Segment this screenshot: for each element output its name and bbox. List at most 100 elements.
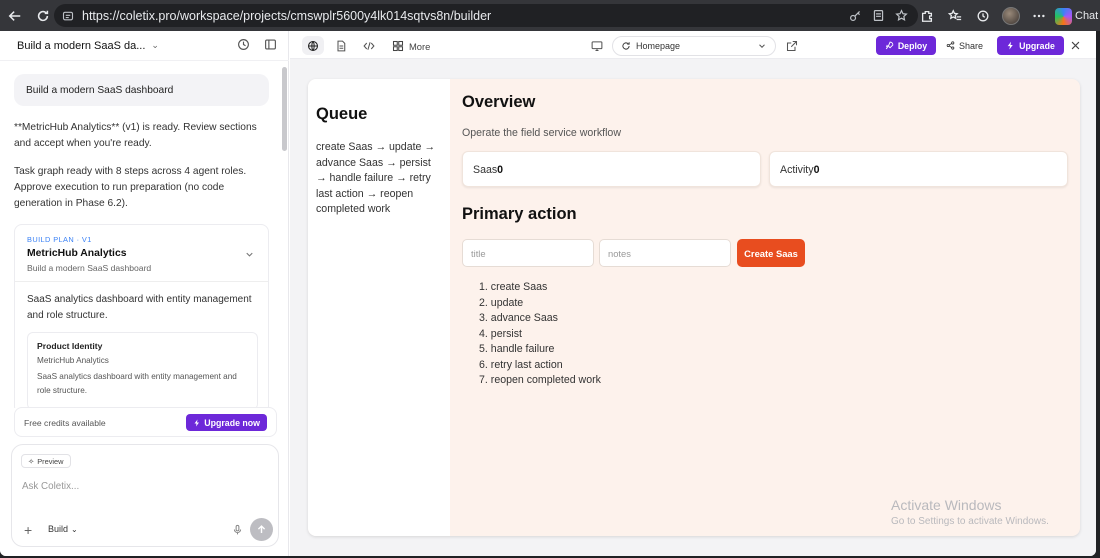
list-item: reopen completed work (490, 374, 601, 386)
site-info-icon[interactable] (60, 8, 76, 24)
list-item: update (490, 296, 524, 309)
app-preview-frame: Queue create Saas → update → advance Saa… (308, 79, 1080, 536)
chat-scrollbar[interactable] (282, 67, 287, 151)
history-icon[interactable] (237, 38, 250, 54)
favorites-icon[interactable] (943, 4, 967, 28)
arrow-up-icon (257, 525, 266, 533)
plus-icon[interactable]: + (24, 522, 32, 538)
assistant-message: Task graph ready with 8 steps across 4 a… (14, 166, 247, 209)
product-identity-section: Product Identity MetricHub Analytics Saa… (27, 332, 258, 408)
lightning-icon (194, 419, 200, 426)
preview-chip[interactable]: ✧ Preview (21, 454, 71, 468)
history-icon[interactable] (971, 4, 995, 28)
create-saas-button[interactable]: Create Saas (737, 239, 805, 267)
sidebar-toggle-icon[interactable] (264, 38, 277, 54)
share-icon (946, 41, 955, 50)
grid-icon (392, 40, 404, 52)
profile-avatar[interactable] (999, 4, 1023, 28)
assistant-message: **MetricHub Analytics** (v1) is ready. R… (14, 122, 257, 149)
rocket-icon (885, 41, 894, 50)
plan-description: SaaS analytics dashboard with entity man… (27, 294, 252, 321)
activation-watermark: Activate Windows Go to Settings to activ… (891, 497, 1049, 527)
browser-toolbar: https://coletix.pro/workspace/projects/c… (0, 0, 1100, 31)
url-text: https://coletix.pro/workspace/projects/c… (82, 8, 492, 23)
page-select[interactable]: Homepage (612, 36, 776, 56)
preview-panel: More Homepage Deploy Share Upgrade Queue… (290, 31, 1096, 556)
queue-text: create Saas → update → advance Saas → pe… (316, 141, 435, 215)
code-icon[interactable] (360, 37, 378, 55)
more-label: More (409, 40, 431, 52)
copilot-logo-icon[interactable]: Chat (1055, 4, 1098, 28)
stat-label: Activity (780, 164, 814, 176)
queue-sidebar: Queue create Saas → update → advance Saa… (308, 79, 450, 536)
extensions-icon[interactable] (915, 4, 939, 28)
stat-card-activity: Activity0 (769, 151, 1068, 187)
chevron-down-icon[interactable]: ⌄ (151, 40, 159, 51)
chat-input[interactable] (22, 481, 262, 492)
queue-title: Queue (316, 105, 368, 123)
page-select-value: Homepage (636, 41, 681, 51)
chat-panel: Build a modern SaaS da... ⌄ Build a mode… (0, 31, 289, 556)
identity-name: MetricHub Analytics (37, 356, 109, 365)
monitor-icon[interactable] (588, 37, 606, 55)
star-icon[interactable] (893, 7, 910, 24)
list-item: advance Saas (490, 312, 558, 324)
plan-name: MetricHub Analytics (27, 248, 127, 259)
primary-action-title: Primary action (462, 205, 577, 223)
close-icon[interactable] (1070, 38, 1081, 56)
divider (15, 281, 268, 282)
more-options-icon[interactable] (1027, 4, 1051, 28)
identity-title: Product Identity (37, 341, 103, 351)
external-link-icon[interactable] (783, 37, 801, 55)
user-message: Build a modern SaaS dashboard (14, 74, 269, 106)
chat-label: Chat (1075, 10, 1099, 22)
key-icon[interactable] (847, 7, 864, 24)
overview-subtitle: Operate the field service workflow (462, 127, 621, 139)
globe-icon[interactable] (302, 36, 324, 55)
title-input[interactable] (462, 239, 594, 267)
sparkle-icon: ✧ (28, 456, 35, 466)
watermark-subtitle: Go to Settings to activate Windows. (891, 516, 1049, 527)
project-header[interactable]: Build a modern SaaS da... ⌄ (0, 31, 288, 60)
chevron-down-icon: ⌄ (71, 524, 78, 534)
preview-main: Overview Operate the field service workf… (450, 79, 1080, 536)
stat-value: 0 (497, 164, 504, 176)
chat-scroll-area[interactable]: Build a modern SaaS dashboard **MetricHu… (0, 60, 289, 408)
preview-toolbar: More Homepage Deploy Share Upgrade (290, 31, 1096, 59)
microphone-icon[interactable] (232, 522, 243, 540)
upgrade-now-label: Upgrade now (204, 417, 260, 428)
watermark-title: Activate Windows (891, 497, 1002, 513)
credits-banner: Free credits available Upgrade now (14, 407, 277, 437)
reader-mode-icon[interactable] (870, 7, 887, 24)
reload-button[interactable] (30, 3, 56, 29)
stat-label: Saas (473, 164, 498, 176)
more-menu[interactable]: More (392, 37, 430, 55)
project-title[interactable]: Build a modern SaaS da... (17, 40, 145, 52)
plan-subtitle: Build a modern SaaS dashboard (27, 263, 152, 273)
list-item: create Saas (490, 281, 548, 293)
build-plan-card[interactable]: BUILD PLAN · V1 MetricHub Analytics Buil… (14, 224, 269, 408)
upgrade-label: Upgrade (1019, 40, 1055, 51)
list-item: persist (490, 327, 522, 340)
identity-description: SaaS analytics dashboard with entity man… (37, 372, 237, 395)
deploy-button[interactable]: Deploy (876, 36, 936, 55)
refresh-icon[interactable] (621, 41, 631, 51)
lightning-icon (1007, 41, 1013, 50)
list-item: handle failure (490, 343, 555, 355)
address-bar[interactable]: https://coletix.pro/workspace/projects/c… (54, 4, 918, 27)
share-button[interactable]: Share (946, 36, 983, 55)
send-button[interactable] (250, 518, 273, 541)
steps-list: create Saas update advance Saas persist … (479, 280, 601, 389)
chevron-down-icon[interactable] (244, 247, 255, 265)
app-window: Build a modern SaaS da... ⌄ Build a mode… (0, 31, 1096, 556)
plan-tag: BUILD PLAN · V1 (27, 235, 92, 244)
stat-card-saas: Saas0 (462, 151, 761, 187)
mode-select[interactable]: Build ⌄ (48, 524, 78, 534)
file-icon[interactable] (332, 37, 350, 55)
upgrade-now-button[interactable]: Upgrade now (186, 414, 267, 431)
notes-input[interactable] (599, 239, 731, 267)
upgrade-button[interactable]: Upgrade (997, 36, 1064, 55)
share-label: Share (959, 40, 984, 51)
back-button[interactable] (2, 3, 28, 29)
message-composer: ✧ Preview + Build ⌄ (11, 444, 279, 547)
